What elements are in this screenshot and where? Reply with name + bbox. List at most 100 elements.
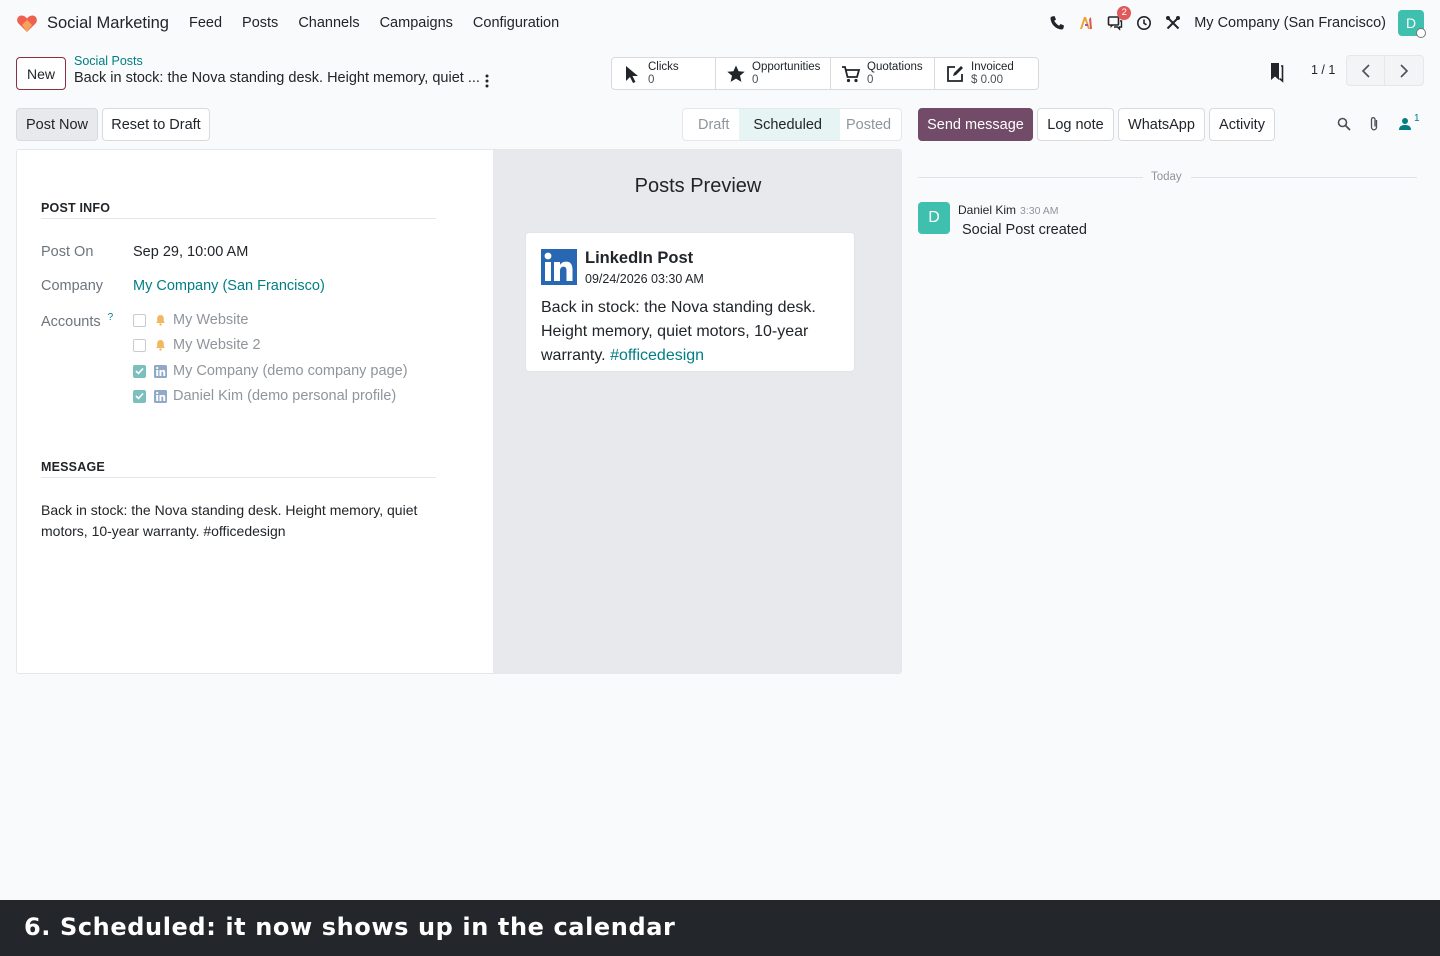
message-author-avatar[interactable]: D: [918, 202, 950, 234]
message-author[interactable]: Daniel Kim: [958, 203, 1016, 217]
preview-card-date: 09/24/2026 03:30 AM: [585, 272, 704, 286]
account-name: Daniel Kim (demo personal profile): [173, 388, 397, 404]
author-initial: D: [928, 209, 940, 226]
menu-channels[interactable]: Channels: [298, 15, 359, 31]
app-logo-icon[interactable]: [16, 12, 38, 34]
paperclip-icon[interactable]: [1365, 115, 1383, 133]
chat-icon[interactable]: 2: [1102, 6, 1132, 36]
stat-value: 0: [752, 73, 759, 86]
followers-icon[interactable]: [1396, 115, 1414, 133]
linkedin-icon: [154, 389, 167, 403]
user-avatar[interactable]: D: [1398, 10, 1426, 38]
systray: 2 My Company (San Francisco) D: [1041, 0, 1426, 46]
bell-icon: [154, 339, 167, 352]
log-note-button[interactable]: Log note: [1037, 108, 1114, 141]
top-navbar: Social Marketing Feed Posts Channels Cam…: [0, 0, 1440, 46]
stat-value: 0: [648, 73, 655, 86]
preview-hashtag-link[interactable]: #officedesign: [610, 347, 704, 364]
clicks-stat-button[interactable]: Clicks 0: [612, 58, 716, 89]
stat-label: Clicks: [648, 60, 679, 73]
star-icon: [727, 65, 745, 82]
message-textarea[interactable]: Back in stock: the Nova standing desk. H…: [41, 500, 436, 542]
pager-next-button[interactable]: [1385, 55, 1424, 86]
new-button[interactable]: New: [16, 57, 66, 90]
stat-value: $ 0.00: [971, 73, 1003, 86]
whatsapp-button[interactable]: WhatsApp: [1118, 108, 1205, 141]
archive-bookmark-icon[interactable]: [1266, 61, 1286, 83]
edit-icon: [947, 65, 963, 82]
tools-icon[interactable]: [1160, 10, 1186, 36]
quotations-stat-button[interactable]: Quotations 0: [831, 58, 935, 89]
account-option[interactable]: My Website: [133, 312, 248, 328]
pager-previous-button[interactable]: [1346, 55, 1385, 86]
account-option[interactable]: My Website 2: [133, 337, 261, 353]
company-value-link[interactable]: My Company (San Francisco): [133, 278, 325, 294]
account-checkbox[interactable]: [133, 313, 146, 327]
account-checkbox-checked[interactable]: [133, 364, 146, 378]
date-separator-label: Today: [1151, 171, 1182, 183]
activity-button[interactable]: Activity: [1209, 108, 1275, 141]
company-label: Company: [41, 278, 104, 294]
breadcrumb-parent-link[interactable]: Social Posts: [74, 54, 480, 68]
linkedin-preview-card: LinkedIn Post 09/24/2026 03:30 AM Back i…: [525, 232, 855, 372]
date-separator-line: [1191, 177, 1417, 178]
message-time: 3:30 AM: [1020, 205, 1059, 217]
stage-posted[interactable]: Posted: [840, 109, 901, 140]
chevron-left-icon: [1361, 63, 1370, 78]
account-option[interactable]: Daniel Kim (demo personal profile): [133, 388, 396, 404]
account-name: My Website 2: [173, 337, 261, 353]
search-icon[interactable]: [1335, 115, 1353, 133]
account-name: My Website: [173, 312, 249, 328]
accounts-label: Accounts?: [41, 312, 113, 330]
stage-scheduled[interactable]: Scheduled: [739, 109, 840, 140]
app-name[interactable]: Social Marketing: [47, 14, 169, 33]
form-sheet: POST INFO Post On Sep 29, 10:00 AM Compa…: [16, 149, 902, 674]
account-option[interactable]: My Company (demo company page): [133, 363, 408, 379]
stat-label: Quotations: [867, 60, 923, 73]
menu-configuration[interactable]: Configuration: [473, 15, 559, 31]
ai-icon[interactable]: [1073, 10, 1099, 36]
smart-buttons: Clicks 0 Opportunities 0 Quotations 0 Invoi…: [611, 57, 1039, 90]
account-checkbox-checked[interactable]: [133, 389, 146, 403]
date-separator-line: [918, 177, 1143, 178]
menu-campaigns[interactable]: Campaigns: [380, 15, 453, 31]
phone-icon[interactable]: [1044, 10, 1070, 36]
status-indicator-icon: [1416, 28, 1426, 38]
form-left-pane: POST INFO Post On Sep 29, 10:00 AM Compa…: [17, 150, 493, 673]
cursor-icon: [626, 65, 638, 83]
account-checkbox[interactable]: [133, 338, 146, 352]
actions-menu-icon[interactable]: [481, 72, 493, 90]
chat-badge: 2: [1117, 6, 1132, 20]
linkedin-logo-icon: [541, 249, 577, 285]
clock-icon[interactable]: [1131, 10, 1157, 36]
message-header: Daniel Kim 3:30 AM: [958, 203, 1059, 217]
pager-value[interactable]: 1 / 1: [1311, 63, 1335, 77]
cart-icon: [842, 65, 861, 82]
preview-title: Posts Preview: [634, 175, 762, 197]
company-switcher[interactable]: My Company (San Francisco): [1194, 15, 1386, 31]
post-info-title: POST INFO: [41, 201, 111, 215]
stat-value: 0: [867, 73, 874, 86]
message-title: MESSAGE: [41, 460, 105, 474]
menu-feed[interactable]: Feed: [189, 15, 222, 31]
menu-posts[interactable]: Posts: [242, 15, 278, 31]
linkedin-icon: [154, 364, 167, 378]
posts-preview-pane: Posts Preview LinkedIn Post 09/24/2026 0…: [493, 150, 901, 673]
section-divider: [41, 477, 436, 478]
chevron-right-icon: [1400, 63, 1409, 78]
section-divider: [41, 218, 436, 219]
status-bar: Draft Scheduled Posted: [682, 108, 902, 141]
post-on-label: Post On: [41, 244, 94, 260]
post-now-button[interactable]: Post Now: [16, 108, 98, 141]
bell-icon: [154, 314, 167, 327]
help-tooltip-icon[interactable]: ?: [108, 312, 114, 323]
caption-bar: 6. Scheduled: it now shows up in the cal…: [0, 900, 1440, 956]
user-initial: D: [1405, 15, 1417, 31]
send-message-button[interactable]: Send message: [918, 108, 1033, 141]
invoiced-stat-button[interactable]: Invoiced $ 0.00: [935, 58, 1038, 89]
stage-draft[interactable]: Draft: [683, 109, 739, 140]
post-on-value[interactable]: Sep 29, 10:00 AM: [133, 244, 248, 260]
message-body: Social Post created: [962, 222, 1087, 238]
opportunities-stat-button[interactable]: Opportunities 0: [716, 58, 831, 89]
reset-to-draft-button[interactable]: Reset to Draft: [102, 108, 210, 141]
